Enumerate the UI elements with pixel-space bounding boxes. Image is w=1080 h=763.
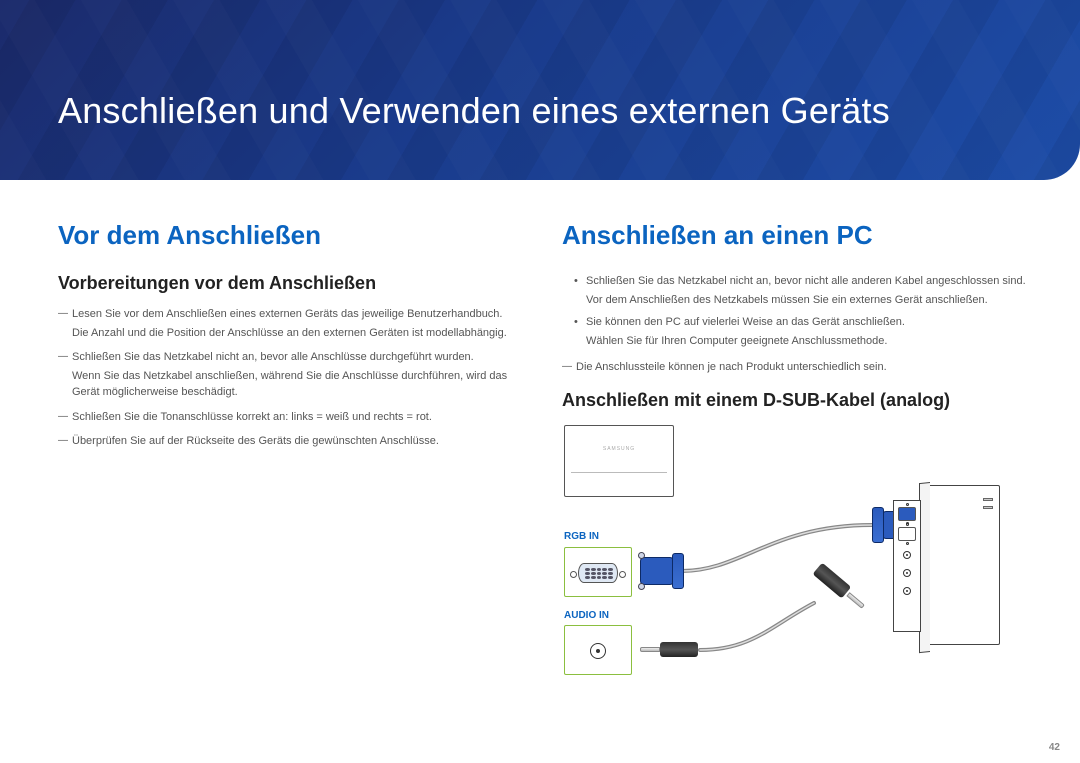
chapter-title: Anschließen und Verwenden eines externen… xyxy=(0,0,1080,132)
right-column: Anschließen an einen PC Schließen Sie da… xyxy=(562,220,1026,725)
pc-tower-icon xyxy=(928,485,1000,645)
section-heading-left: Vor dem Anschließen xyxy=(58,220,522,251)
pc-notes-list: Schließen Sie das Netzkabel nicht an, be… xyxy=(562,273,1026,349)
rgb-in-label: RGB IN xyxy=(564,531,599,542)
monitor-icon: SAMSUNG xyxy=(564,425,674,497)
list-item: Die Anschlussteile können je nach Produk… xyxy=(562,359,1026,376)
audio-jack-icon xyxy=(590,643,606,659)
pc-dash-note: Die Anschlussteile können je nach Produk… xyxy=(562,359,1026,376)
list-item: Überprüfen Sie auf der Rückseite des Ger… xyxy=(58,433,522,450)
audio-port-icon xyxy=(564,625,632,675)
audio-plug-right-icon xyxy=(811,561,869,613)
list-item-subtext: Die Anzahl und die Position der Anschlüs… xyxy=(72,325,522,342)
list-item: Sie können den PC auf vielerlei Weise an… xyxy=(562,314,1026,349)
audio-plug-left-icon xyxy=(640,641,700,659)
list-item-subtext: Wählen Sie für Ihren Computer geeignete … xyxy=(586,333,1026,350)
list-item-text: Die Anschlussteile können je nach Produk… xyxy=(576,361,887,373)
page-number: 42 xyxy=(1049,742,1060,753)
audio-in-label: AUDIO IN xyxy=(564,610,609,621)
list-item-text: Lesen Sie vor dem Anschließen eines exte… xyxy=(72,308,502,320)
list-item: Lesen Sie vor dem Anschließen eines exte… xyxy=(58,306,522,341)
subsection-heading-left: Vorbereitungen vor dem Anschließen xyxy=(58,273,522,294)
page-content: Vor dem Anschließen Vorbereitungen vor d… xyxy=(0,180,1080,725)
list-item: Schließen Sie das Netzkabel nicht an, be… xyxy=(58,349,522,401)
left-column: Vor dem Anschließen Vorbereitungen vor d… xyxy=(58,220,522,725)
list-item-subtext: Vor dem Anschließen des Netzkabels müsse… xyxy=(586,292,1026,309)
list-item-text: Schließen Sie das Netzkabel nicht an, be… xyxy=(72,351,474,363)
chapter-banner: Anschließen und Verwenden eines externen… xyxy=(0,0,1080,180)
list-item-text: Überprüfen Sie auf der Rückseite des Ger… xyxy=(72,435,439,447)
subsection-heading-right: Anschließen mit einem D-SUB-Kabel (analo… xyxy=(562,390,1026,411)
list-item: Schließen Sie das Netzkabel nicht an, be… xyxy=(562,273,1026,308)
rgb-port-icon xyxy=(564,547,632,597)
list-item-text: Sie können den PC auf vielerlei Weise an… xyxy=(586,316,905,328)
monitor-brand-label: SAMSUNG xyxy=(565,446,673,452)
vga-socket-icon xyxy=(578,563,618,583)
list-item-text: Schließen Sie die Tonanschlüsse korrekt … xyxy=(72,411,432,423)
precheck-list: Lesen Sie vor dem Anschließen eines exte… xyxy=(58,306,522,450)
pc-io-panel-icon xyxy=(893,500,921,632)
list-item: Schließen Sie die Tonanschlüsse korrekt … xyxy=(58,409,522,426)
connection-diagram: SAMSUNG RGB IN AUDIO IN xyxy=(562,425,1002,725)
list-item-text: Schließen Sie das Netzkabel nicht an, be… xyxy=(586,275,1026,287)
section-heading-right: Anschließen an einen PC xyxy=(562,220,1026,251)
list-item-subtext: Wenn Sie das Netzkabel anschließen, währ… xyxy=(72,368,522,401)
vga-plug-left-icon xyxy=(640,553,684,589)
